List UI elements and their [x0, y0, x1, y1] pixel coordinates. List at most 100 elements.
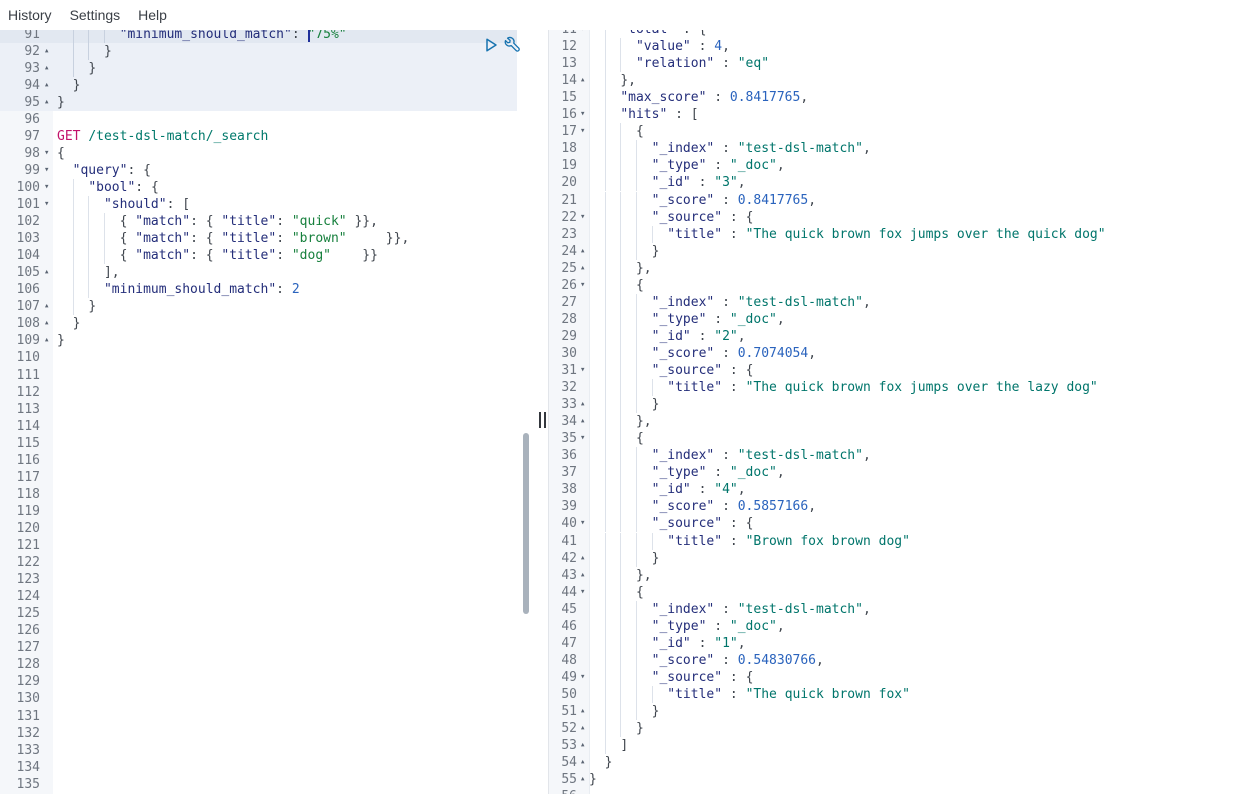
fold-end-icon[interactable]: ▴ [580, 413, 585, 430]
code-line-content[interactable]: GET /test-dsl-match/_search [57, 128, 517, 145]
code-line[interactable]: 35 ▾ { [549, 430, 1246, 448]
code-line-content[interactable]: "_type" : "_doc", [589, 617, 1246, 635]
code-line[interactable]: 43 ▴ }, [549, 566, 1246, 584]
code-line-content[interactable]: }, [589, 259, 1246, 277]
code-line-content[interactable]: } [589, 549, 1246, 567]
code-line-content[interactable] [57, 656, 517, 673]
code-line-content[interactable] [57, 588, 517, 605]
code-line[interactable]: 24 ▴ } [549, 242, 1246, 260]
fold-open-icon[interactable]: ▾ [580, 430, 585, 447]
code-line[interactable]: 39 "_score" : 0.5857166, [549, 498, 1246, 516]
code-line[interactable]: 123 [0, 571, 517, 588]
fold-end-icon[interactable]: ▴ [580, 72, 585, 89]
code-line[interactable]: 109 ▴} [0, 332, 517, 349]
code-line[interactable]: 23 "title" : "The quick brown fox jumps … [549, 225, 1246, 243]
code-line[interactable]: 15 "max_score" : 0.8417765, [549, 89, 1246, 107]
code-line[interactable]: 94 ▴ } [0, 76, 517, 94]
fold-end-icon[interactable]: ▴ [580, 243, 585, 260]
code-line-content[interactable]: "_source" : { [589, 208, 1246, 226]
code-line[interactable]: 120 [0, 520, 517, 537]
code-line-content[interactable]: "_source" : { [589, 668, 1246, 686]
code-line-content[interactable] [57, 401, 517, 418]
code-line[interactable]: 128 [0, 656, 517, 673]
request-editor[interactable]: 91 "minimum_should_match": "75%" 92 ▴ } 93 ▴… [0, 30, 517, 794]
code-line[interactable]: 33 ▴ } [549, 396, 1246, 414]
code-line-content[interactable] [57, 111, 517, 128]
code-line[interactable]: 41 "title" : "Brown fox brown dog" [549, 532, 1246, 550]
code-line-content[interactable]: "should": [ [57, 196, 517, 214]
code-line-content[interactable]: { "match": { "title": "quick" }}, [57, 213, 517, 231]
code-line[interactable]: 47 "_id" : "1", [549, 634, 1246, 652]
fold-open-icon[interactable]: ▾ [44, 196, 49, 213]
code-line-content[interactable]: }, [589, 413, 1246, 431]
code-line[interactable]: 45 "_index" : "test-dsl-match", [549, 600, 1246, 618]
code-line-content[interactable]: }, [589, 566, 1246, 584]
code-line[interactable]: 103 { "match": { "title": "brown" }}, [0, 230, 517, 248]
code-line[interactable]: 12 "value" : 4, [549, 38, 1246, 56]
code-line-content[interactable]: "title" : "Brown fox brown dog" [589, 532, 1246, 550]
code-line-content[interactable]: ] [589, 737, 1246, 755]
code-line-content[interactable]: "title" : "The quick brown fox jumps ove… [589, 225, 1246, 243]
code-line-content[interactable] [57, 673, 517, 690]
code-line-content[interactable]: } [57, 59, 517, 77]
code-line[interactable]: 125 [0, 605, 517, 622]
code-line-content[interactable] [57, 384, 517, 401]
code-line[interactable]: 98 ▾ { [0, 145, 517, 162]
code-line[interactable]: 134 [0, 759, 517, 776]
code-line[interactable]: 25 ▴ }, [549, 259, 1246, 277]
code-line[interactable]: 105 ▴ ], [0, 264, 517, 282]
code-line[interactable]: 121 [0, 537, 517, 554]
code-line[interactable]: 95 ▴} [0, 93, 517, 111]
code-line[interactable]: 17 ▾ { [549, 123, 1246, 141]
code-line[interactable]: 110 [0, 349, 517, 366]
code-line[interactable]: 27 "_index" : "test-dsl-match", [549, 293, 1246, 311]
code-line-content[interactable]: } [57, 94, 517, 111]
code-line-content[interactable]: "_index" : "test-dsl-match", [589, 600, 1246, 618]
code-line-content[interactable] [589, 788, 1246, 794]
code-line-content[interactable] [57, 708, 517, 725]
code-line-content[interactable] [57, 349, 517, 366]
code-line-content[interactable] [57, 486, 517, 503]
fold-end-icon[interactable]: ▴ [44, 332, 49, 349]
code-line[interactable]: 127 [0, 639, 517, 656]
code-line[interactable]: 48 "_score" : 0.54830766, [549, 651, 1246, 669]
code-line[interactable]: 13 "relation" : "eq" [549, 55, 1246, 73]
code-line-content[interactable]: "query": { [57, 162, 517, 179]
code-line[interactable]: 42 ▴ } [549, 549, 1246, 567]
code-line[interactable]: 96 [0, 111, 517, 128]
code-line[interactable]: 38 "_id" : "4", [549, 481, 1246, 499]
code-line[interactable]: 108 ▴ } [0, 315, 517, 332]
code-line[interactable]: 135 [0, 776, 517, 793]
code-line[interactable]: 117 [0, 469, 517, 486]
fold-open-icon[interactable]: ▾ [580, 515, 585, 532]
code-line-content[interactable]: } [589, 720, 1246, 738]
code-line-content[interactable] [57, 554, 517, 571]
request-editor-scrollbar-thumb[interactable] [523, 433, 529, 614]
code-line-content[interactable] [57, 537, 517, 554]
code-line[interactable]: 32 "title" : "The quick brown fox jumps … [549, 379, 1246, 397]
code-line-content[interactable]: "_index" : "test-dsl-match", [589, 447, 1246, 465]
code-line[interactable]: 111 [0, 367, 517, 384]
code-line[interactable]: 46 "_type" : "_doc", [549, 617, 1246, 635]
code-line[interactable]: 37 "_type" : "_doc", [549, 464, 1246, 482]
code-line[interactable]: 118 [0, 486, 517, 503]
code-line[interactable]: 20 "_id" : "3", [549, 174, 1246, 192]
code-line-content[interactable] [57, 759, 517, 776]
code-line[interactable]: 52 ▴ } [549, 720, 1246, 738]
code-line[interactable]: 14 ▴ }, [549, 72, 1246, 90]
code-line-content[interactable] [57, 520, 517, 537]
fold-open-icon[interactable]: ▾ [580, 30, 585, 38]
code-line-content[interactable]: } [57, 42, 517, 60]
code-line-content[interactable]: }, [589, 72, 1246, 90]
code-line[interactable]: 115 [0, 435, 517, 452]
code-line-content[interactable]: "_source" : { [589, 362, 1246, 380]
fold-open-icon[interactable]: ▾ [580, 106, 585, 123]
code-line-content[interactable] [57, 571, 517, 588]
code-line-content[interactable] [57, 469, 517, 486]
code-line[interactable]: 18 "_index" : "test-dsl-match", [549, 140, 1246, 158]
code-line-content[interactable] [57, 418, 517, 435]
code-line[interactable]: 44 ▾ { [549, 583, 1246, 601]
code-line[interactable]: 130 [0, 690, 517, 707]
code-line-content[interactable]: "_score" : 0.7074054, [589, 344, 1246, 362]
code-line-content[interactable]: } [589, 754, 1246, 771]
